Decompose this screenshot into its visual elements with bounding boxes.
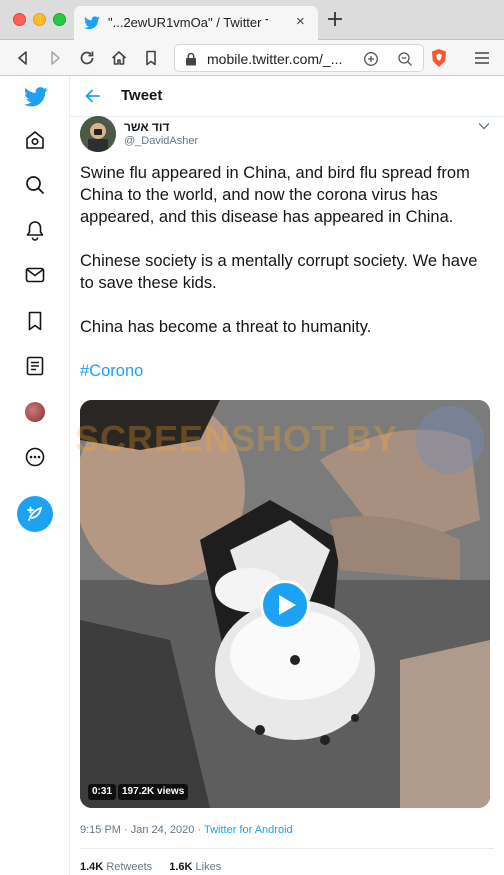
back-icon[interactable] bbox=[14, 49, 32, 67]
tab-close-icon[interactable]: × bbox=[296, 14, 305, 30]
tweet-source-link[interactable]: Twitter for Android bbox=[204, 824, 293, 836]
zoom-window-button[interactable] bbox=[53, 13, 66, 26]
tweet-video[interactable]: 0:31 197.2K views bbox=[80, 400, 490, 808]
more-icon[interactable] bbox=[24, 446, 46, 468]
close-window-button[interactable] bbox=[13, 13, 26, 26]
tweet-paragraph: Swine flu appeared in China, and bird fl… bbox=[80, 164, 470, 226]
browser-toolbar: mobile.twitter.com/_... bbox=[0, 40, 504, 76]
browser-tab[interactable]: "...2ewUR1vmOa" / Twitter דוד אשר × bbox=[74, 6, 318, 40]
bookmarks-icon[interactable] bbox=[24, 310, 46, 332]
tweet-timestamp: 9:15 PM · Jan 24, 2020 · Twitter for And… bbox=[80, 824, 293, 836]
author-handle[interactable]: @_DavidAsher bbox=[124, 135, 198, 147]
tweet-time[interactable]: 9:15 PM bbox=[80, 824, 121, 836]
twitter-favicon-icon bbox=[84, 16, 100, 30]
stats-divider bbox=[80, 848, 494, 849]
zoom-out-icon[interactable] bbox=[397, 51, 413, 67]
minimize-window-button[interactable] bbox=[33, 13, 46, 26]
forward-icon[interactable] bbox=[46, 49, 64, 67]
twitter-bird-icon[interactable] bbox=[24, 86, 48, 108]
video-duration: 0:31 bbox=[88, 784, 117, 800]
author-avatar[interactable] bbox=[80, 116, 116, 152]
tab-title: "...2ewUR1vmOa" / Twitter דוד אשר bbox=[108, 15, 268, 30]
author-photo bbox=[80, 116, 116, 152]
profile-avatar[interactable] bbox=[25, 402, 45, 422]
bookmark-browser-icon[interactable] bbox=[142, 49, 160, 67]
video-views: 197.2K views bbox=[118, 784, 189, 800]
zoom-in-icon[interactable] bbox=[363, 51, 379, 67]
messages-icon[interactable] bbox=[24, 264, 46, 286]
tweet-paragraph: China has become a threat to humanity. bbox=[80, 318, 372, 336]
url-text: mobile.twitter.com/_... bbox=[207, 51, 343, 67]
twitter-sidebar bbox=[0, 76, 70, 875]
brave-shield-icon[interactable] bbox=[430, 48, 448, 68]
hashtag-link[interactable]: #Corono bbox=[80, 360, 492, 382]
back-arrow-icon[interactable] bbox=[84, 87, 102, 105]
meta-separator: · bbox=[197, 824, 202, 836]
chevron-down-icon[interactable] bbox=[478, 122, 490, 130]
compose-icon bbox=[27, 506, 43, 521]
play-button[interactable] bbox=[260, 580, 310, 630]
play-icon bbox=[279, 595, 296, 615]
tweet-text: Swine flu appeared in China, and bird fl… bbox=[80, 162, 492, 382]
retweet-label[interactable]: Retweets bbox=[106, 861, 152, 873]
main-column: Tweet דוד אשר @_DavidAsher Swine flu app… bbox=[70, 76, 504, 875]
home-icon[interactable] bbox=[24, 129, 46, 151]
browser-titlebar: "...2ewUR1vmOa" / Twitter דוד אשר × bbox=[0, 0, 504, 40]
page-header: Tweet bbox=[70, 76, 504, 117]
page-title: Tweet bbox=[121, 87, 163, 104]
tweet-date[interactable]: Jan 24, 2020 bbox=[131, 824, 195, 836]
tweet-stats: 1.4K Retweets 1.6K Likes bbox=[80, 861, 221, 873]
author-display-name[interactable]: דוד אשר bbox=[124, 120, 169, 134]
new-tab-icon[interactable] bbox=[326, 10, 344, 28]
reload-icon[interactable] bbox=[78, 49, 96, 67]
menu-icon[interactable] bbox=[474, 51, 490, 65]
notifications-icon[interactable] bbox=[24, 219, 46, 241]
lock-icon bbox=[186, 52, 196, 66]
like-count[interactable]: 1.6K bbox=[169, 861, 192, 873]
explore-icon[interactable] bbox=[24, 174, 46, 196]
like-label[interactable]: Likes bbox=[196, 861, 222, 873]
lists-icon[interactable] bbox=[24, 355, 46, 377]
retweet-count[interactable]: 1.4K bbox=[80, 861, 103, 873]
home-browser-icon[interactable] bbox=[110, 49, 128, 67]
compose-tweet-button[interactable] bbox=[17, 496, 53, 532]
tweet-paragraph: Chinese society is a mentally corrupt so… bbox=[80, 252, 478, 292]
address-bar[interactable]: mobile.twitter.com/_... bbox=[174, 44, 424, 72]
meta-separator: · bbox=[124, 824, 128, 836]
